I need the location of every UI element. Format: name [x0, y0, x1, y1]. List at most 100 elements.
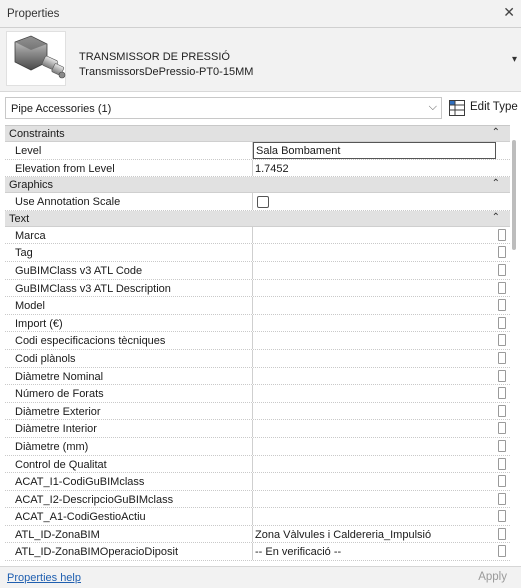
- associate-parameter-button[interactable]: [498, 351, 506, 364]
- chevron-double-up-icon[interactable]: ⌃: [492, 178, 500, 189]
- property-row[interactable]: ACAT_A1-CodiGestioActiu: [5, 508, 510, 526]
- edit-type-button[interactable]: Edit Type: [448, 97, 520, 119]
- group-graphics[interactable]: Graphics ⌃: [5, 177, 510, 194]
- property-row[interactable]: Tag: [5, 244, 510, 262]
- column-divider: [252, 349, 253, 367]
- property-name: Import (€): [15, 317, 63, 330]
- property-name: GuBIMClass v3 ATL Description: [15, 282, 171, 295]
- column-divider: [252, 297, 253, 314]
- chevron-double-up-icon[interactable]: ⌃: [492, 212, 500, 223]
- property-name: ATL_ID-ZonaBIMOperacioDiposit: [15, 546, 179, 559]
- property-name: Diàmetre Interior: [15, 423, 97, 436]
- associate-parameter-button[interactable]: [498, 404, 506, 417]
- use-annotation-scale-checkbox[interactable]: [257, 196, 269, 209]
- associate-parameter-button[interactable]: [498, 527, 506, 540]
- property-name: Control de Qualitat: [15, 458, 107, 471]
- property-name: Model: [15, 300, 45, 313]
- edit-type-icon: [449, 100, 465, 116]
- instance-filter-value: Pipe Accessories (1): [11, 103, 112, 115]
- property-row[interactable]: ATL_ID-ZonaBIMOperacioDiposit -- En verif…: [5, 543, 510, 562]
- associate-parameter-button[interactable]: [498, 263, 506, 276]
- column-divider: [252, 437, 253, 455]
- type-selector[interactable]: TRANSMISSOR DE PRESSIÓ TransmissorsDePre…: [0, 28, 521, 92]
- associate-parameter-button[interactable]: [498, 510, 506, 523]
- property-name: Elevation from Level: [15, 162, 115, 175]
- property-row[interactable]: Número de Forats: [5, 385, 510, 403]
- column-divider: [252, 402, 253, 420]
- associate-parameter-button[interactable]: [498, 299, 506, 312]
- associate-parameter-button[interactable]: [498, 228, 506, 241]
- property-row[interactable]: Diàmetre Interior: [5, 420, 510, 438]
- chevron-double-up-icon[interactable]: ⌃: [492, 127, 500, 138]
- family-thumbnail: [6, 31, 66, 86]
- associate-parameter-button[interactable]: [498, 387, 506, 400]
- column-divider: [252, 543, 253, 561]
- associate-parameter-button[interactable]: [498, 439, 506, 452]
- associate-parameter-button[interactable]: [498, 334, 506, 347]
- column-divider: [252, 455, 253, 473]
- pressure-transmitter-icon: [14, 35, 66, 79]
- properties-title-bar: Properties ✕: [0, 0, 521, 28]
- associate-parameter-button[interactable]: [498, 545, 506, 558]
- property-row[interactable]: Diàmetre Nominal: [5, 367, 510, 386]
- property-row-annotation-scale[interactable]: Use Annotation Scale: [5, 193, 510, 211]
- column-divider: [252, 367, 253, 385]
- property-row-level[interactable]: Level Sala Bombament: [5, 142, 510, 160]
- property-value[interactable]: 1.7452: [255, 163, 289, 175]
- property-value[interactable]: -- En verificació --: [255, 546, 341, 558]
- group-label: Graphics: [9, 179, 54, 192]
- associate-parameter-button[interactable]: [498, 422, 506, 435]
- properties-help-link[interactable]: Properties help: [7, 572, 81, 584]
- property-name: ACAT_A1-CodiGestioActiu: [15, 511, 146, 524]
- close-icon[interactable]: ✕: [503, 5, 515, 19]
- column-divider: [252, 159, 253, 177]
- property-value[interactable]: Zona Vàlvules i Caldereria_Impulsió: [255, 529, 431, 541]
- associate-parameter-button[interactable]: [498, 246, 506, 259]
- instance-filter-dropdown[interactable]: Pipe Accessories (1) ⌵: [5, 97, 442, 119]
- property-row[interactable]: Diàmetre (mm): [5, 437, 510, 456]
- property-name: GuBIMClass v3 ATL Code: [15, 264, 143, 277]
- associate-parameter-button[interactable]: [498, 492, 506, 505]
- group-label: Text: [9, 212, 30, 225]
- property-row[interactable]: Diàmetre Exterior: [5, 402, 510, 421]
- column-divider: [252, 244, 253, 261]
- edit-type-label: Edit Type: [470, 101, 518, 113]
- property-row[interactable]: ACAT_I2-DescripcioGuBIMclass: [5, 490, 510, 509]
- vertical-scrollbar[interactable]: [511, 140, 517, 560]
- property-row[interactable]: Model: [5, 297, 510, 315]
- property-row[interactable]: GuBIMClass v3 ATL Code: [5, 261, 510, 280]
- property-value: Sala Bombament: [256, 145, 341, 157]
- property-name: Diàmetre (mm): [15, 440, 89, 453]
- property-name: Marca: [15, 229, 46, 242]
- property-name: Codi plànols: [15, 352, 76, 365]
- property-name: Use Annotation Scale: [15, 196, 121, 209]
- property-row-elevation[interactable]: Elevation from Level 1.7452: [5, 159, 510, 178]
- group-text[interactable]: Text ⌃: [5, 210, 510, 227]
- property-row[interactable]: ACAT_I1-CodiGuBIMclass: [5, 473, 510, 491]
- associate-parameter-button[interactable]: [498, 316, 506, 329]
- property-name: Diàmetre Nominal: [15, 370, 104, 383]
- apply-button[interactable]: Apply: [478, 571, 507, 583]
- group-constraints[interactable]: Constraints ⌃: [5, 126, 510, 142]
- column-divider: [252, 332, 253, 349]
- associate-parameter-button[interactable]: [498, 457, 506, 470]
- scrollbar-thumb[interactable]: [512, 140, 516, 250]
- associate-parameter-button[interactable]: [498, 281, 506, 294]
- column-divider: [252, 193, 253, 210]
- column-divider: [252, 473, 253, 490]
- property-row[interactable]: Marca: [5, 226, 510, 245]
- chevron-down-icon[interactable]: ▾: [512, 54, 517, 65]
- property-row[interactable]: Codi plànols: [5, 349, 510, 368]
- associate-parameter-button[interactable]: [498, 369, 506, 382]
- property-row[interactable]: Control de Qualitat: [5, 455, 510, 474]
- property-row[interactable]: Import (€): [5, 314, 510, 333]
- property-name: ACAT_I2-DescripcioGuBIMclass: [15, 493, 174, 506]
- property-row[interactable]: GuBIMClass v3 ATL Description: [5, 279, 510, 298]
- associate-parameter-button[interactable]: [498, 475, 506, 488]
- property-name: ATL_ID-ZonaBIM: [15, 528, 100, 541]
- property-row[interactable]: Codi especificacions tècniques: [5, 332, 510, 350]
- level-value-field[interactable]: Sala Bombament: [253, 142, 496, 159]
- property-row[interactable]: ATL_ID-ZonaBIM Zona Vàlvules i Caldereria…: [5, 525, 510, 544]
- group-label: Constraints: [9, 128, 65, 140]
- property-name: ACAT_I1-CodiGuBIMclass: [15, 476, 145, 489]
